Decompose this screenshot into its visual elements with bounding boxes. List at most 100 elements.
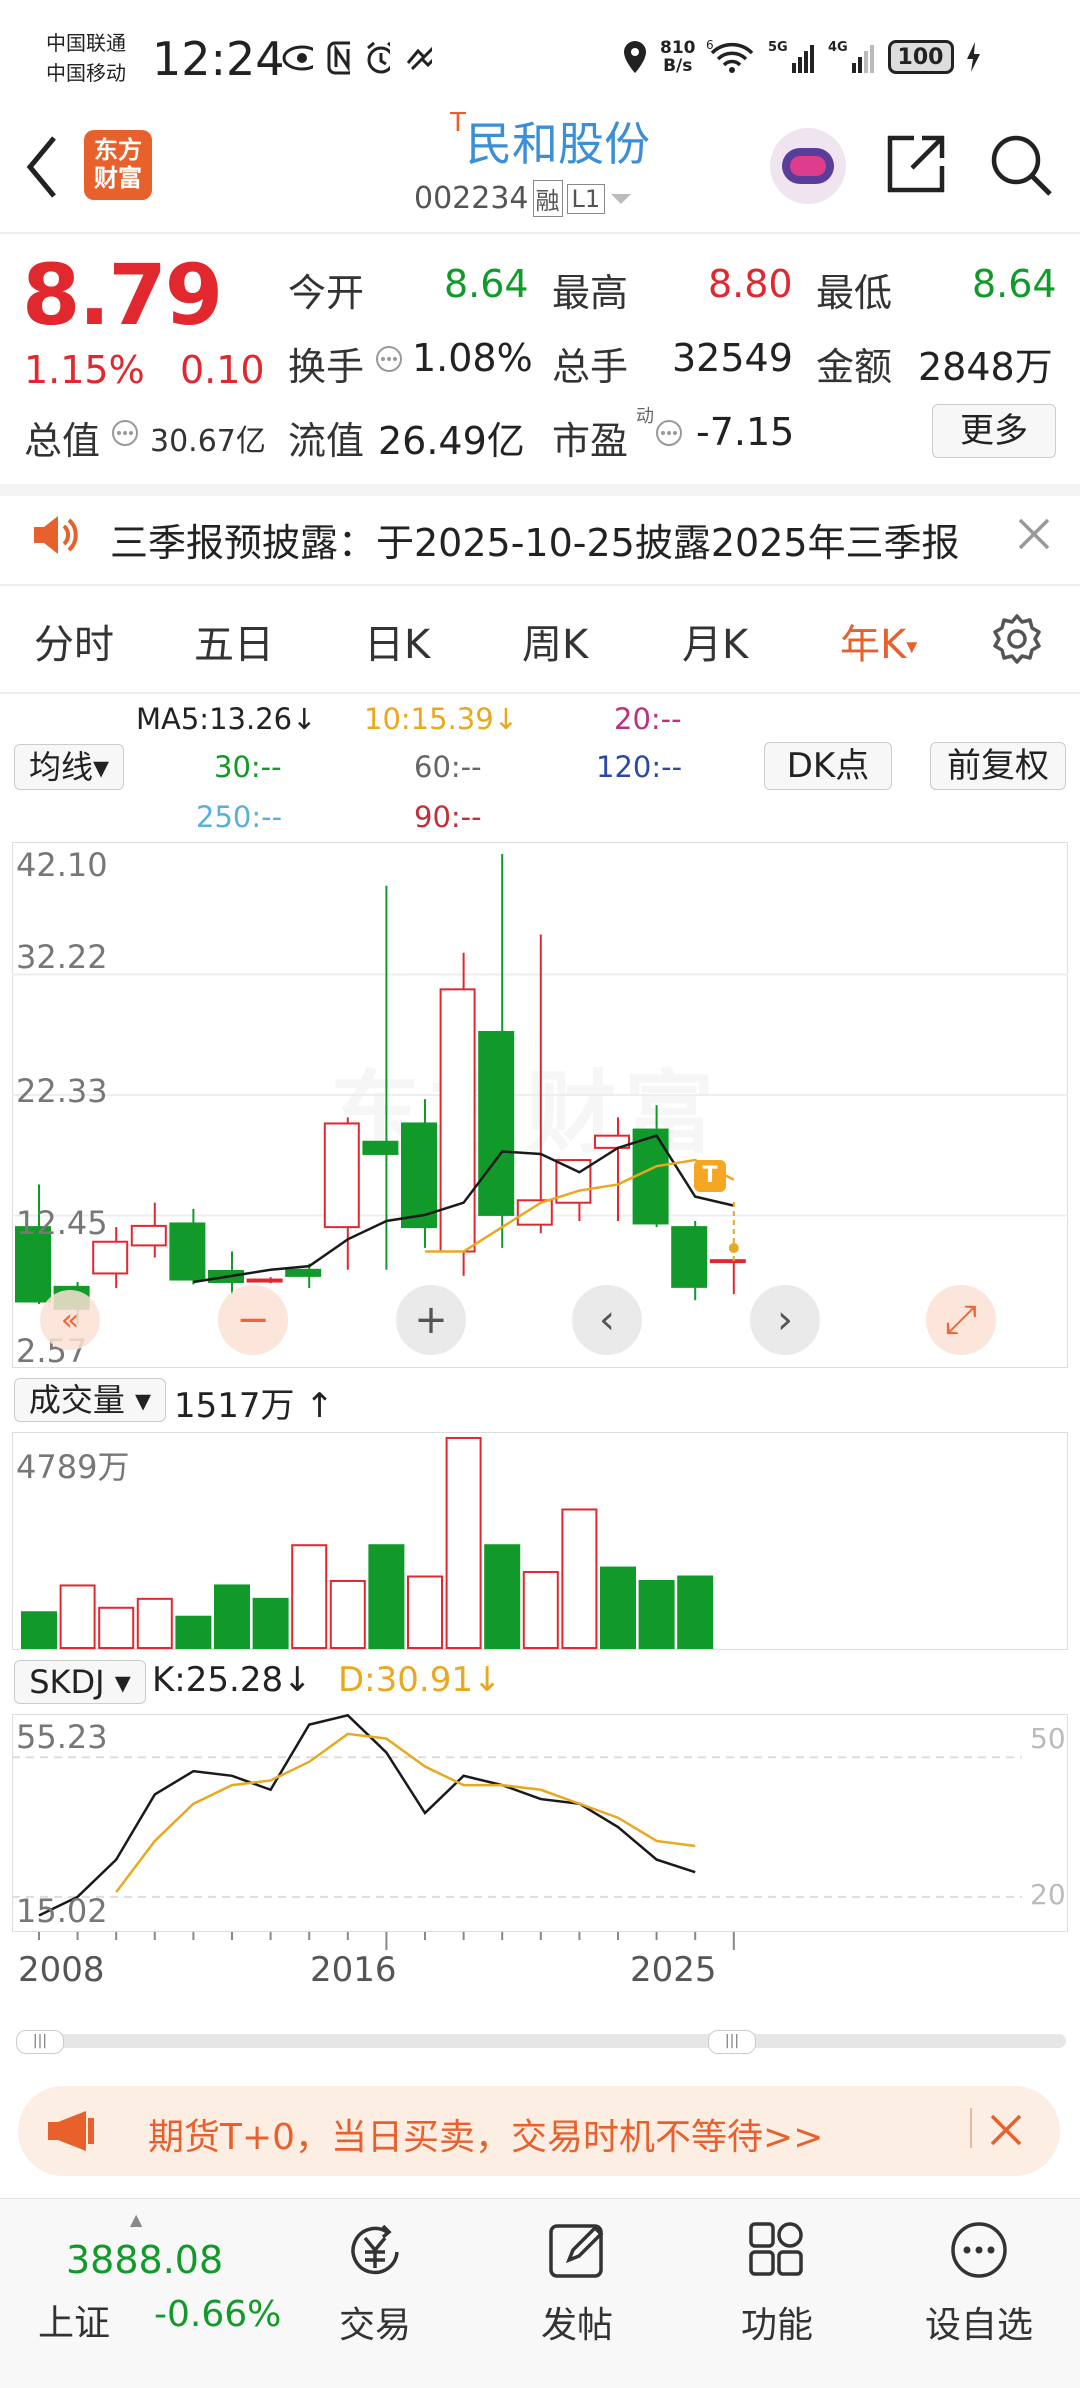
range-track[interactable] bbox=[16, 2034, 1066, 2048]
location-icon bbox=[624, 41, 646, 73]
volume-bar-2019 bbox=[484, 1544, 521, 1649]
sync-icon bbox=[407, 47, 432, 71]
candle-2013 bbox=[246, 1278, 283, 1283]
index-value[interactable]: 3888.08 bbox=[66, 2238, 223, 2282]
volume-bar-2018 bbox=[445, 1436, 482, 1649]
candle-2016 bbox=[362, 1140, 399, 1155]
tab-five-day[interactable]: 五日 bbox=[194, 612, 274, 670]
volume-bar-2011 bbox=[175, 1615, 212, 1650]
tab-yearly-k[interactable]: 年K▾ bbox=[840, 612, 917, 670]
volume-bar-2009 bbox=[98, 1606, 135, 1649]
volume-indicator: 1517万 ↑ bbox=[174, 1386, 334, 1426]
svg-text:5G: 5G bbox=[768, 40, 788, 55]
share-icon[interactable] bbox=[884, 132, 948, 196]
search-icon[interactable] bbox=[988, 132, 1054, 198]
tab-intraday[interactable]: 分时 bbox=[34, 612, 114, 670]
volume-bar-2021 bbox=[561, 1508, 598, 1649]
close-icon[interactable] bbox=[988, 2112, 1024, 2148]
divider bbox=[970, 2108, 972, 2148]
scroll-start-icon[interactable]: « bbox=[40, 1290, 100, 1350]
range-handle-right[interactable]: ||| bbox=[708, 2030, 756, 2054]
current-marker-dot bbox=[728, 1243, 739, 1253]
info-icon[interactable] bbox=[654, 418, 684, 448]
ma20-legend: 20:-- bbox=[614, 702, 682, 736]
volume-bar-2016 bbox=[368, 1544, 405, 1649]
ad-text[interactable]: 期货T+0，当日买卖，交易时机不等待>> bbox=[148, 2108, 823, 2160]
tab-weekly-k[interactable]: 周K bbox=[522, 612, 588, 670]
zoom-out-icon[interactable]: − bbox=[218, 1285, 288, 1355]
price-axis-label: 12.45 bbox=[16, 1204, 108, 1242]
eye-icon bbox=[282, 45, 313, 71]
fullscreen-icon[interactable]: ⤢ bbox=[926, 1285, 996, 1355]
candle-2014 bbox=[285, 1268, 322, 1277]
wifi-icon: 6 bbox=[706, 39, 753, 73]
skdj-axis-label: 55.23 bbox=[16, 1718, 108, 1756]
stock-code-row[interactable]: 002234 融 L1 bbox=[414, 180, 633, 217]
volume-select[interactable]: 成交量 ▾ bbox=[14, 1378, 166, 1422]
change-amount: 0.10 bbox=[180, 348, 265, 392]
candle-2015 bbox=[323, 1122, 360, 1229]
candle-2025 bbox=[709, 1259, 746, 1264]
divider bbox=[0, 584, 1080, 586]
ma30-legend: 30:-- bbox=[214, 750, 282, 784]
trade-icon bbox=[351, 2224, 399, 2275]
volume-bar-2013 bbox=[252, 1597, 289, 1649]
t0-badge: T bbox=[450, 108, 466, 138]
indicator-select[interactable]: SKDJ ▾ bbox=[14, 1660, 146, 1704]
volume-axis-label: 4789万 bbox=[16, 1448, 130, 1486]
ma-select[interactable]: 均线▾ bbox=[14, 744, 124, 790]
index-change[interactable]: -0.66% bbox=[154, 2294, 281, 2335]
pe-label: 市盈 bbox=[552, 419, 629, 463]
kline-chart[interactable] bbox=[12, 842, 1068, 1368]
candle-2024 bbox=[671, 1226, 708, 1288]
tab-monthly-k[interactable]: 月K bbox=[682, 612, 748, 670]
candle-2011 bbox=[169, 1222, 206, 1281]
change-percent: 1.15% bbox=[24, 348, 145, 392]
turnover-label: 换手 bbox=[288, 345, 365, 389]
nav-post[interactable]: 发帖 bbox=[512, 2210, 642, 2348]
x-axis-label: 2008 bbox=[18, 1950, 105, 1990]
back-icon[interactable] bbox=[22, 132, 62, 202]
status-icons-right: 810 B/s 6 5G 4G 100 bbox=[620, 34, 1040, 80]
high-label: 最高 bbox=[552, 271, 629, 315]
candle-2009 bbox=[92, 1240, 129, 1275]
close-icon[interactable] bbox=[1016, 516, 1052, 552]
volume-bar-2017 bbox=[407, 1575, 443, 1650]
scroll-left-icon[interactable]: ‹ bbox=[572, 1285, 642, 1355]
nav-trade[interactable]: 交易 bbox=[310, 2210, 440, 2348]
zoom-in-icon[interactable]: + bbox=[396, 1285, 466, 1355]
dropdown-icon bbox=[611, 193, 632, 204]
skdj-k-line bbox=[38, 1714, 696, 1917]
carrier-2: 中国移动 bbox=[46, 61, 126, 85]
candle-2020 bbox=[516, 1199, 553, 1226]
more-button[interactable]: 更多 bbox=[932, 404, 1056, 458]
candle-2019 bbox=[478, 1031, 515, 1216]
stock-title[interactable]: T民和股份 bbox=[430, 108, 670, 174]
svg-text:6: 6 bbox=[706, 39, 714, 52]
range-handle-left[interactable]: ||| bbox=[16, 2030, 64, 2054]
skdj-chart[interactable] bbox=[12, 1714, 1068, 1932]
settings-gear-icon[interactable] bbox=[990, 612, 1044, 666]
tab-daily-k[interactable]: 日K bbox=[364, 612, 430, 670]
nav-functions[interactable]: 功能 bbox=[712, 2210, 842, 2348]
signal-5g-icon: 5G bbox=[768, 40, 814, 73]
pe-dynamic-mark: 动 bbox=[636, 406, 654, 427]
volume-chart[interactable] bbox=[12, 1432, 1068, 1650]
info-icon[interactable] bbox=[374, 344, 404, 374]
notice-text[interactable]: 三季报预披露：于2025-10-25披露2025年三季报 bbox=[110, 512, 960, 567]
dk-point-button[interactable]: DK点 bbox=[764, 742, 892, 790]
volume-bar-2007 bbox=[21, 1611, 57, 1649]
alarm-icon bbox=[367, 41, 391, 74]
info-icon[interactable] bbox=[110, 418, 140, 448]
volume-label: 总手 bbox=[552, 345, 629, 389]
volume-bar-2024 bbox=[677, 1575, 714, 1650]
ai-assistant-icon[interactable] bbox=[770, 128, 846, 204]
t-marker-icon[interactable]: T bbox=[694, 1160, 726, 1192]
scroll-right-icon[interactable]: › bbox=[750, 1285, 820, 1355]
ma250-legend: 250:-- bbox=[196, 800, 283, 834]
index-name[interactable]: 上证 bbox=[38, 2294, 110, 2346]
nav-add-watchlist[interactable]: 设自选 bbox=[914, 2210, 1044, 2348]
app-logo[interactable]: 东方 财富 bbox=[84, 130, 152, 200]
volume-bar-2008 bbox=[59, 1584, 96, 1650]
adjust-price-button[interactable]: 前复权 bbox=[930, 742, 1066, 790]
